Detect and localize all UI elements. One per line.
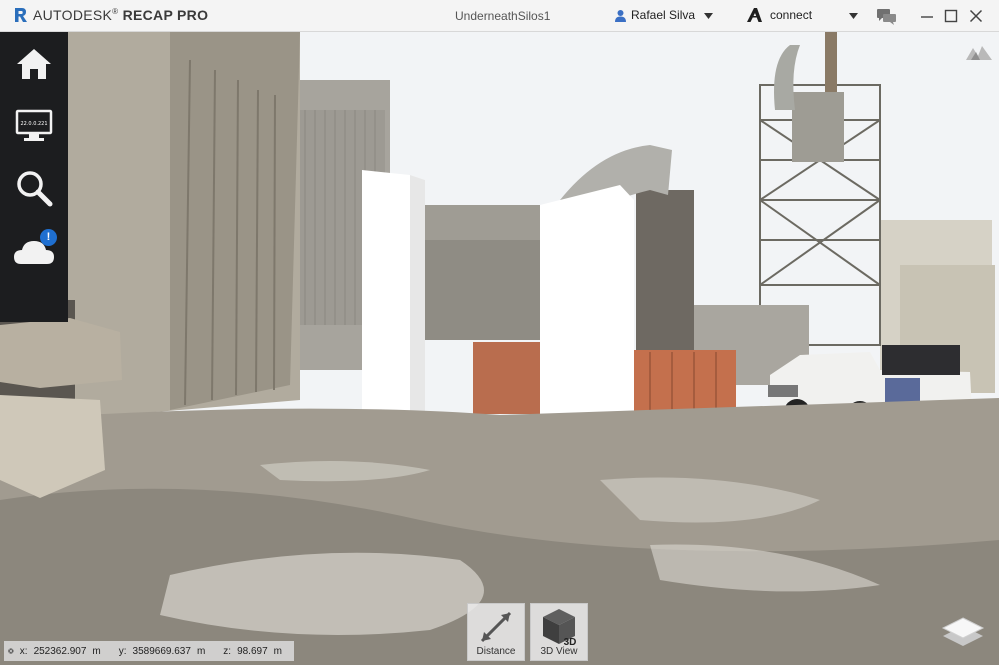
- close-icon[interactable]: [968, 8, 984, 24]
- user-name: Rafael Silva: [631, 8, 696, 22]
- home-button[interactable]: [12, 42, 56, 86]
- hub-selector[interactable]: connect: [746, 8, 812, 22]
- mountain-logo-icon[interactable]: [966, 44, 992, 60]
- distance-tool-label: Distance: [476, 646, 516, 657]
- autodesk-a-icon: [747, 8, 762, 22]
- title-bar: AUTODESK® RECAP PRO UnderneathSilos1 Raf…: [0, 0, 999, 32]
- monitor-icon: 22.0.0.221: [15, 109, 53, 141]
- app-logo: AUTODESK® RECAP PRO: [14, 7, 208, 23]
- minimize-icon[interactable]: [919, 8, 935, 24]
- x-unit: m: [92, 645, 101, 657]
- scan-station-button[interactable]: 22.0.0.221: [12, 104, 56, 148]
- y-label: y:: [118, 645, 127, 657]
- hub-name: connect: [770, 8, 813, 22]
- y-value: 3589669.637: [132, 645, 191, 657]
- document-title: UnderneathSilos1: [455, 9, 551, 23]
- distance-tool-button[interactable]: Distance: [467, 603, 525, 661]
- product-name: RECAP PRO: [122, 7, 209, 23]
- y-unit: m: [196, 645, 206, 657]
- x-value: 252362.907: [33, 645, 87, 657]
- z-value: 98.697: [237, 645, 268, 657]
- 3d-view-button[interactable]: 3D 3D View: [530, 603, 588, 661]
- z-label: z:: [223, 645, 232, 657]
- point-cloud-scene: [0, 32, 999, 665]
- hub-dropdown-chevron-icon[interactable]: [849, 13, 858, 19]
- cube-3d-icon: 3D: [543, 609, 576, 648]
- coordinate-readout: x: 252362.907 m y: 3589669.637 m z: 98.6…: [4, 641, 294, 661]
- ip-address-label: 22.0.0.221: [20, 121, 47, 127]
- left-sidebar: 22.0.0.221: [0, 32, 68, 322]
- 3d-view-label: 3D View: [540, 646, 578, 657]
- app-name: AUTODESK® RECAP PRO: [33, 7, 209, 23]
- settings-icon[interactable]: [8, 645, 14, 657]
- search-icon: [17, 171, 53, 207]
- z-unit: m: [273, 645, 282, 657]
- user-menu[interactable]: Rafael Silva: [614, 8, 695, 22]
- home-icon: [17, 49, 51, 79]
- recap-logo-icon: [15, 8, 27, 22]
- scan-viewport[interactable]: [0, 32, 999, 665]
- ruler-diagonal-icon: [480, 611, 512, 643]
- maximize-icon[interactable]: [943, 8, 959, 24]
- layers-icon[interactable]: [941, 614, 985, 646]
- x-label: x:: [19, 645, 28, 657]
- user-icon: [615, 9, 626, 22]
- chat-icon[interactable]: [877, 9, 897, 25]
- cloud-notification-badge: !: [40, 229, 57, 246]
- search-button[interactable]: [12, 166, 56, 210]
- brand-name: AUTODESK: [33, 7, 113, 23]
- user-dropdown-chevron-icon[interactable]: [704, 13, 713, 19]
